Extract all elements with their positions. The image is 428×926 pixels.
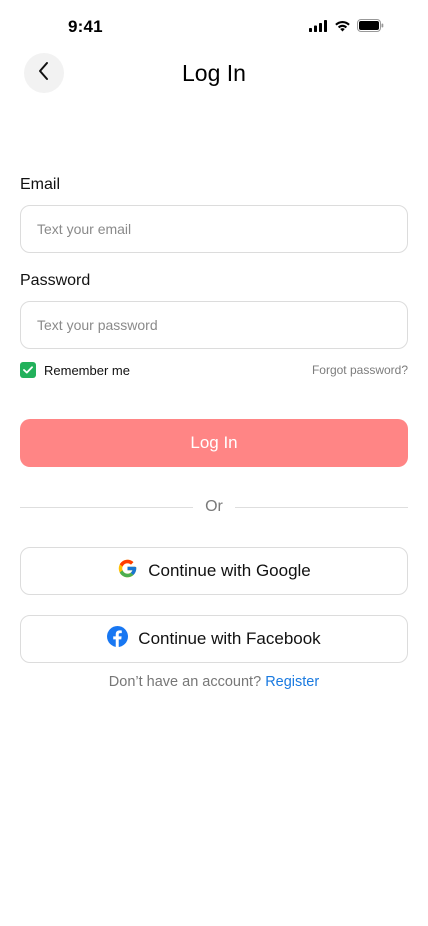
divider-line-left [20,506,194,508]
google-button-label: Continue with Google [148,561,311,580]
status-time: 9:41 [68,17,103,36]
facebook-button-label: Continue with Facebook [138,629,321,648]
status-icons [309,19,384,37]
header: Log In [0,52,428,94]
check-icon [23,366,33,374]
email-label: Email [20,176,61,193]
status-bar: 9:41 [0,0,428,54]
email-input[interactable] [20,205,408,253]
password-label: Password [20,272,91,289]
register-prompt: Don’t have an account? Register [0,674,428,690]
google-icon [117,558,138,584]
or-divider: Or [20,497,408,517]
register-prompt-text: Don’t have an account? [108,674,266,690]
page-title: Log In [182,60,246,86]
remember-row: Remember me Forgot password? [20,362,408,378]
continue-with-google-button[interactable]: Continue with Google [20,547,408,595]
register-link[interactable]: Register [265,674,319,690]
forgot-password-link[interactable]: Forgot password? [312,363,408,377]
divider-label: Or [205,498,223,515]
battery-icon [357,19,384,37]
signal-icon [309,19,328,37]
divider-line-right [234,506,408,508]
remember-me-toggle[interactable]: Remember me [20,362,130,378]
remember-me-checkbox[interactable] [20,362,36,378]
remember-me-label: Remember me [44,362,130,378]
facebook-icon [107,626,129,652]
login-button[interactable]: Log In [20,419,408,467]
wifi-icon [334,19,351,37]
continue-with-facebook-button[interactable]: Continue with Facebook [20,615,408,663]
password-input[interactable] [20,301,408,349]
